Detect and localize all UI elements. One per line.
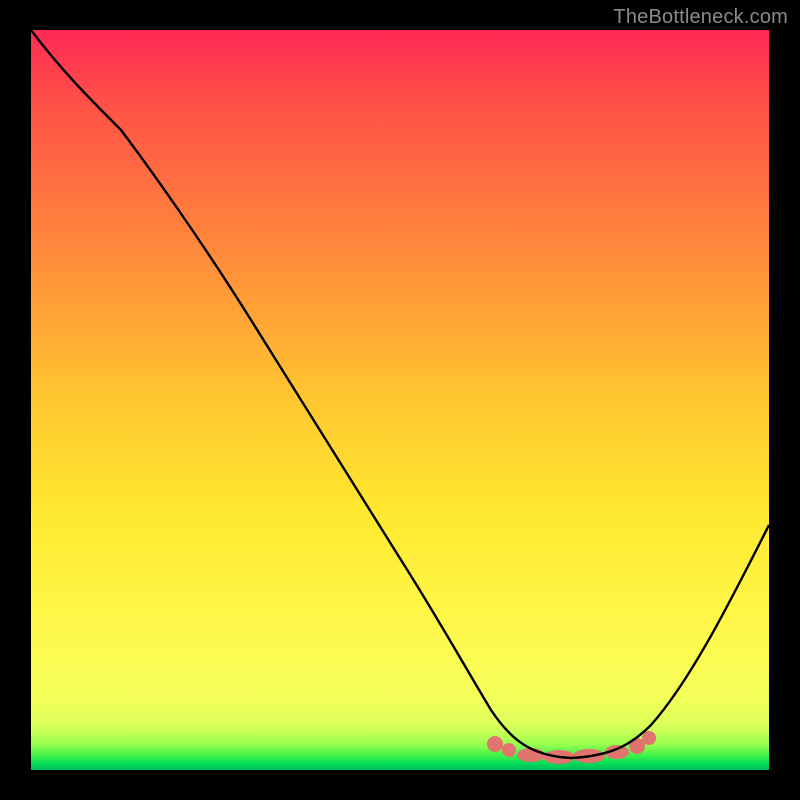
bottleneck-curve: [31, 30, 769, 758]
curve-svg: [31, 30, 769, 770]
watermark-text: TheBottleneck.com: [613, 6, 788, 29]
plot-area: [31, 30, 769, 770]
chart-frame: TheBottleneck.com: [0, 0, 800, 800]
